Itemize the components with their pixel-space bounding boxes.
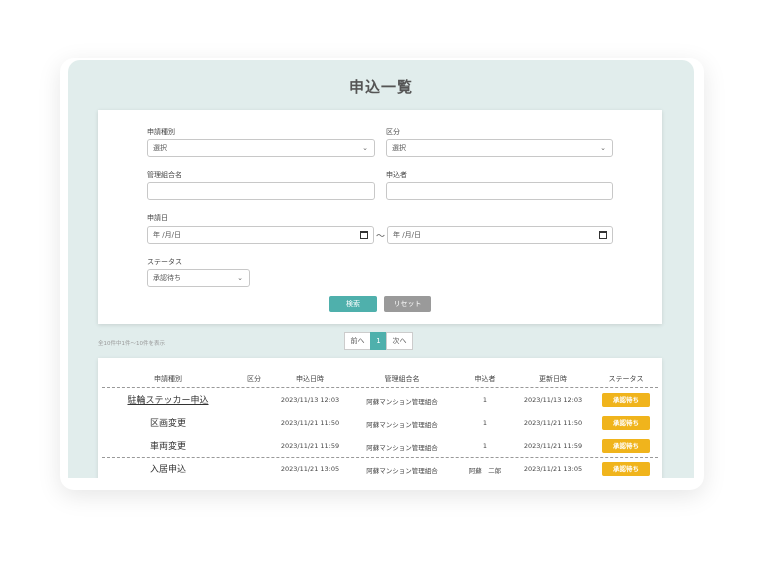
row-applicant: 1 (482, 396, 488, 404)
row-type[interactable]: 入居申込 (102, 462, 234, 475)
row-type-link[interactable]: 駐輪ステッカー申込 (102, 393, 234, 406)
applicant-input[interactable] (386, 182, 613, 200)
row-applicant: 阿蘇 二郎 (468, 467, 502, 475)
table-row[interactable]: 車両変更 2023/11/21 11:59 阿蘇マンション管理組合 1 2023… (102, 435, 658, 458)
date-to-placeholder: 年 /月/日 (393, 231, 421, 239)
column-header-applicant: 申込者 (474, 375, 496, 383)
page-title: 申込一覧 (348, 78, 413, 96)
row-applicant: 1 (482, 419, 488, 427)
search-button[interactable]: 検索 (329, 296, 377, 312)
status-select-value: 承認待ち (153, 274, 181, 282)
date-from-input[interactable]: 年 /月/日 (147, 226, 374, 244)
applicant-label: 申込者 (386, 171, 407, 179)
status-label: ステータス (147, 258, 182, 266)
row-type[interactable]: 車両変更 (102, 439, 234, 452)
row-applied-at: 2023/11/21 13:05 (280, 465, 340, 473)
page-1-button[interactable]: 1 (370, 332, 387, 350)
row-association: 阿蘇マンション管理組合 (366, 421, 438, 429)
type-select[interactable]: 選択 ⌄ (147, 139, 375, 157)
column-header-applied-at: 申込日時 (296, 375, 324, 383)
association-label: 管理組合名 (147, 171, 182, 179)
pagination: 前へ 1 次へ (344, 332, 413, 350)
chevron-down-icon: ⌄ (237, 274, 243, 282)
category-select-value: 選択 (392, 144, 406, 152)
table-row[interactable]: 区画変更 2023/11/21 11:50 阿蘇マンション管理組合 1 2023… (102, 412, 658, 435)
association-input[interactable] (147, 182, 375, 200)
category-label: 区分 (386, 128, 400, 136)
table-row[interactable]: 入居申込 2023/11/21 13:05 阿蘇マンション管理組合 阿蘇 二郎 … (102, 458, 658, 478)
calendar-icon[interactable] (360, 231, 368, 239)
column-header-updated-at: 更新日時 (539, 375, 567, 383)
date-to-input[interactable]: 年 /月/日 (387, 226, 613, 244)
date-from-placeholder: 年 /月/日 (153, 231, 181, 239)
row-applied-at: 2023/11/21 11:50 (280, 419, 340, 427)
row-applied-at: 2023/11/21 11:59 (280, 442, 340, 450)
row-updated-at: 2023/11/13 12:03 (523, 396, 583, 404)
column-header-association: 管理組合名 (384, 375, 420, 383)
column-header-type: 申請種別 (154, 375, 182, 383)
type-label: 申請種別 (147, 128, 175, 136)
chevron-down-icon: ⌄ (362, 144, 368, 152)
column-header-status: ステータス (608, 375, 644, 383)
next-page-button[interactable]: 次へ (386, 332, 413, 350)
result-count: 全10件中1件～10件を表示 (98, 341, 165, 347)
column-header-category: 区分 (247, 375, 261, 383)
calendar-icon[interactable] (599, 231, 607, 239)
chevron-down-icon: ⌄ (600, 144, 606, 152)
status-badge: 承認待ち (602, 393, 650, 407)
row-applicant: 1 (482, 442, 488, 450)
prev-page-button[interactable]: 前へ (344, 332, 371, 350)
table-header: 申請種別 区分 申込日時 管理組合名 申込者 更新日時 ステータス (102, 370, 658, 388)
search-form: 申請種別 選択 ⌄ 区分 選択 ⌄ 管理組合名 申込者 申請日 年 /月/日 ～… (98, 110, 662, 324)
table-row[interactable]: 駐輪ステッカー申込 2023/11/13 12:03 阿蘇マンション管理組合 1… (102, 389, 658, 412)
type-select-value: 選択 (153, 144, 167, 152)
row-type[interactable]: 区画変更 (102, 416, 234, 429)
row-association: 阿蘇マンション管理組合 (366, 467, 438, 475)
row-updated-at: 2023/11/21 13:05 (523, 465, 583, 473)
row-association: 阿蘇マンション管理組合 (366, 398, 438, 406)
status-badge: 承認待ち (602, 462, 650, 476)
main-panel: 申込一覧 申請種別 選択 ⌄ 区分 選択 ⌄ 管理組合名 申込者 申請日 年 /… (68, 60, 694, 478)
status-badge: 承認待ち (602, 416, 650, 430)
row-association: 阿蘇マンション管理組合 (366, 444, 438, 452)
status-select[interactable]: 承認待ち ⌄ (147, 269, 250, 287)
row-applied-at: 2023/11/13 12:03 (280, 396, 340, 404)
date-label: 申請日 (147, 214, 168, 222)
category-select[interactable]: 選択 ⌄ (386, 139, 613, 157)
row-updated-at: 2023/11/21 11:50 (523, 419, 583, 427)
application-table: 申請種別 区分 申込日時 管理組合名 申込者 更新日時 ステータス 駐輪ステッカ… (98, 358, 662, 478)
date-separator: ～ (376, 232, 386, 242)
status-badge: 承認待ち (602, 439, 650, 453)
reset-button[interactable]: リセット (384, 296, 431, 312)
row-updated-at: 2023/11/21 11:59 (523, 442, 583, 450)
